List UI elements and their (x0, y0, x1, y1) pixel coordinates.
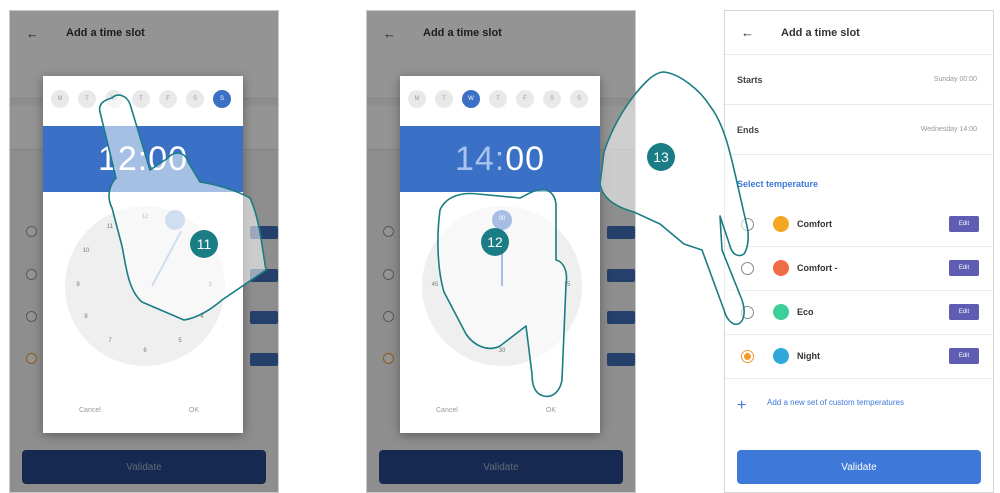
day-chip-selected[interactable]: W (462, 90, 480, 108)
edit-button[interactable]: Edit (949, 304, 979, 320)
sun-icon (773, 216, 789, 232)
starts-value: Sunday 00:00 (933, 76, 977, 83)
ok-button[interactable]: OK (189, 407, 199, 414)
ok-button[interactable]: OK (546, 407, 556, 414)
dialog-footer: Cancel OK (400, 407, 600, 423)
day-chip[interactable]: S (570, 90, 588, 108)
day-chip[interactable]: T (435, 90, 453, 108)
clock-hand (151, 230, 182, 287)
clock-number[interactable]: 9 (71, 282, 85, 288)
day-chip[interactable]: T (78, 90, 96, 108)
clock-number[interactable]: 3 (203, 282, 217, 288)
leaf-icon (773, 304, 789, 320)
step-badge: 12 (481, 228, 509, 256)
cancel-button[interactable]: Cancel (436, 407, 458, 414)
arrow-left-icon[interactable]: ← (741, 25, 763, 40)
plus-icon: + (737, 397, 747, 414)
comfort-minus-icon (773, 260, 789, 276)
ends-field[interactable]: Ends Wednesday 14:00 (725, 105, 993, 155)
temperature-row-comfort-minus[interactable]: Comfort - Edit (725, 247, 993, 291)
day-selector: M T W T F S S (400, 90, 600, 110)
step-badge: 13 (647, 143, 675, 171)
radio-button[interactable] (741, 306, 754, 319)
phone-screen-3: ← Add a time slot Starts Sunday 00:00 En… (724, 10, 994, 493)
day-selector: M T W T F S S (43, 90, 243, 110)
edit-button[interactable]: Edit (949, 216, 979, 232)
day-chip[interactable]: S (543, 90, 561, 108)
edit-button[interactable]: Edit (949, 348, 979, 364)
temperature-name: Eco (797, 307, 814, 317)
clock-number[interactable]: 8 (79, 314, 93, 320)
cancel-button[interactable]: Cancel (79, 407, 101, 414)
temperature-name: Night (797, 351, 820, 361)
clock-number[interactable]: 00 (495, 216, 509, 222)
add-custom-temperatures-button[interactable]: + Add a new set of custom temperatures (737, 393, 937, 427)
clock-number[interactable]: 7 (103, 338, 117, 344)
day-chip-selected[interactable]: S (213, 90, 231, 108)
time-display: 14: 00 (400, 126, 600, 192)
clock-number[interactable]: 15 (560, 282, 574, 288)
starts-label: Starts (737, 75, 763, 85)
temperature-row-eco[interactable]: Eco Edit (725, 291, 993, 335)
clock-number[interactable]: 6 (138, 348, 152, 354)
radio-button[interactable] (741, 262, 754, 275)
time-minutes: 00 (505, 139, 546, 178)
radio-button[interactable] (741, 218, 754, 231)
clock-number[interactable]: 5 (173, 338, 187, 344)
temperature-name: Comfort - (797, 263, 838, 273)
edit-button[interactable]: Edit (949, 260, 979, 276)
day-chip[interactable]: F (516, 90, 534, 108)
radio-button-selected[interactable] (741, 350, 754, 363)
clock-number[interactable]: 30 (495, 348, 509, 354)
starts-field[interactable]: Starts Sunday 00:00 (725, 55, 993, 105)
ends-value: Wednesday 14:00 (920, 126, 977, 133)
clock-number[interactable]: 4 (195, 314, 209, 320)
temperature-row-comfort[interactable]: Comfort Edit (725, 203, 993, 247)
temperature-row-night[interactable]: Night Edit (725, 335, 993, 379)
clock-number[interactable]: 11 (103, 224, 117, 230)
dialog-footer: Cancel OK (43, 407, 243, 423)
day-chip[interactable]: M (51, 90, 69, 108)
validate-button[interactable]: Validate (737, 450, 981, 484)
moon-icon (773, 348, 789, 364)
day-chip[interactable]: S (186, 90, 204, 108)
day-chip[interactable]: W (105, 90, 123, 108)
app-header: ← Add a time slot (725, 11, 993, 55)
time-hours: 14: (454, 139, 506, 178)
phone-screen-1: ← Add a time slot Validate M T W T F S S… (9, 10, 279, 493)
step-badge: 11 (190, 230, 218, 258)
add-custom-temperatures-label: Add a new set of custom temperatures (767, 398, 904, 407)
day-chip[interactable]: T (132, 90, 150, 108)
select-temperature-heading: Select temperature (737, 179, 819, 189)
clock-selector-knob[interactable] (165, 210, 185, 230)
time-display: 12:00 (43, 126, 243, 192)
clock-number[interactable]: 10 (79, 248, 93, 254)
page-title: Add a time slot (781, 26, 860, 39)
clock-number[interactable]: 45 (428, 282, 442, 288)
day-chip[interactable]: T (489, 90, 507, 108)
clock-number[interactable]: 12 (138, 214, 152, 220)
day-chip[interactable]: F (159, 90, 177, 108)
ends-label: Ends (737, 125, 760, 135)
day-chip[interactable]: M (408, 90, 426, 108)
temperature-name: Comfort (797, 219, 832, 229)
